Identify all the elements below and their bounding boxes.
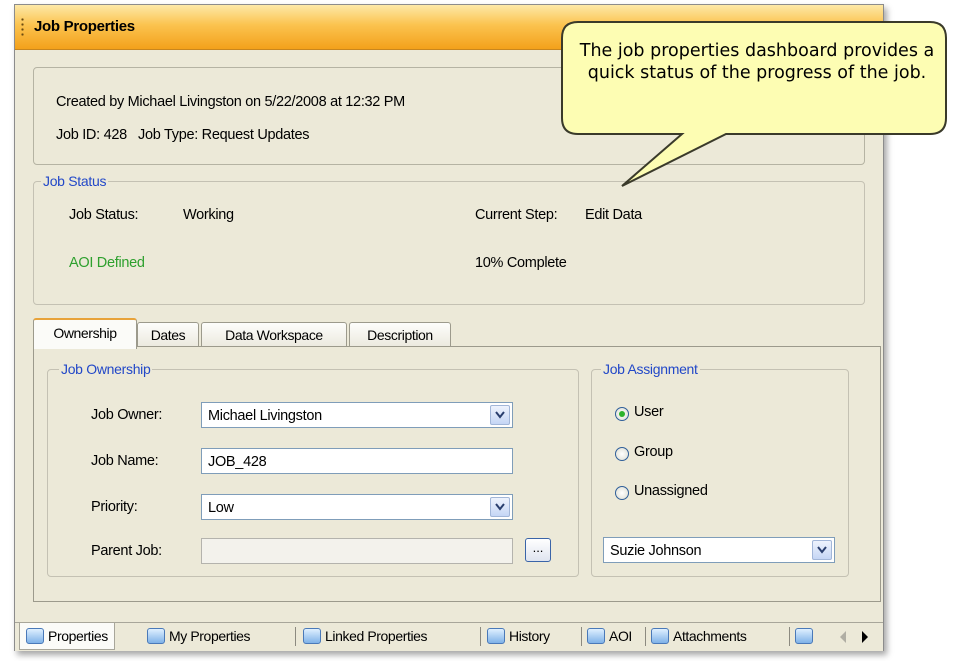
callout-text: The job properties dashboard provides a … [579,41,935,83]
tab-ownership[interactable]: Ownership [33,318,137,349]
callout-balloon [561,21,947,187]
